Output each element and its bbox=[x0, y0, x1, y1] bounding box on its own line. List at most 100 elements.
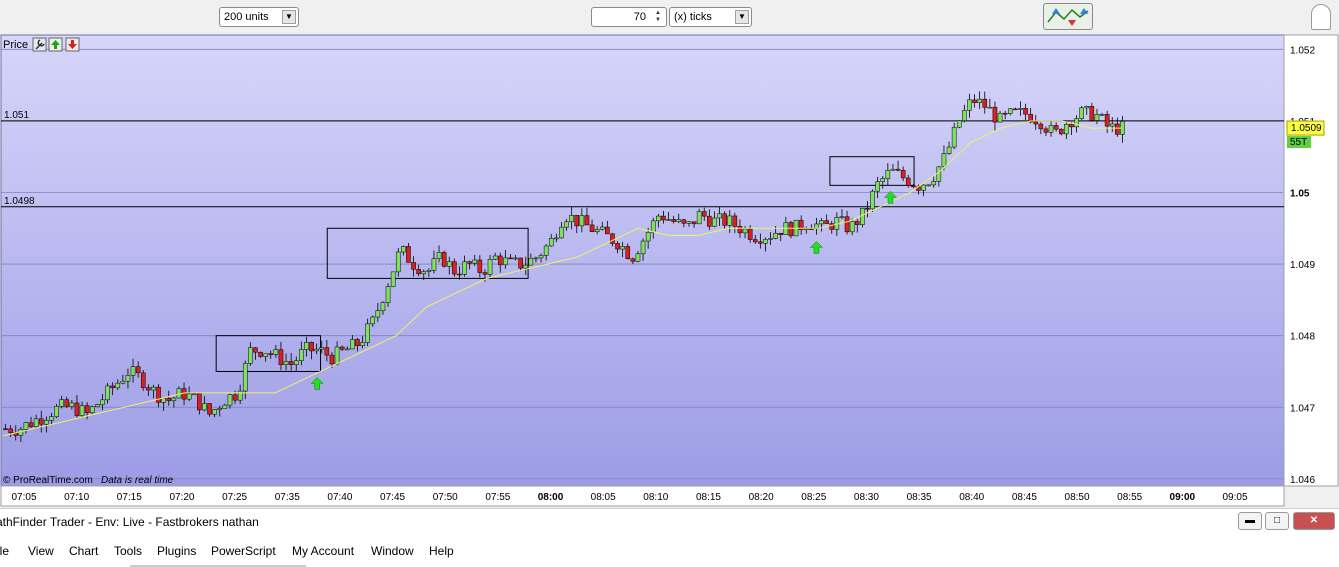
move-down-icon[interactable] bbox=[65, 37, 80, 52]
menu-chart[interactable]: Chart bbox=[69, 544, 98, 558]
candle-body bbox=[202, 403, 207, 411]
candle-body bbox=[324, 347, 330, 356]
wrench-icon[interactable] bbox=[32, 37, 47, 52]
candle-body bbox=[1002, 112, 1008, 115]
candle-body bbox=[268, 353, 274, 356]
price-tick-label: 1.047 bbox=[1290, 403, 1315, 414]
candle-body bbox=[191, 393, 197, 396]
menu-tools[interactable]: Tools bbox=[114, 544, 142, 558]
candle-body bbox=[217, 408, 223, 410]
hline-label-1: 1.051 bbox=[4, 110, 29, 121]
candle-body bbox=[824, 220, 829, 224]
candle-body bbox=[763, 239, 768, 244]
minimize-button[interactable]: ▬ bbox=[1238, 512, 1262, 530]
candle-body bbox=[589, 224, 595, 232]
stepper-arrows-icon[interactable]: ▲ ▼ bbox=[652, 10, 664, 24]
candle-body bbox=[707, 215, 712, 227]
candle-body bbox=[839, 216, 845, 218]
candle-body bbox=[436, 252, 442, 259]
candle-body bbox=[288, 361, 294, 365]
candle-body bbox=[130, 366, 136, 376]
candle-body bbox=[181, 388, 187, 400]
menu-my-account[interactable]: My Account bbox=[292, 544, 354, 558]
candle-body bbox=[686, 221, 692, 224]
candle-body bbox=[283, 361, 289, 365]
candle-body bbox=[742, 228, 748, 234]
scroll-tab[interactable] bbox=[1311, 4, 1331, 30]
price-tick-label: 1.052 bbox=[1290, 45, 1315, 56]
candle-body bbox=[54, 406, 59, 417]
candle-body bbox=[599, 226, 605, 230]
price-tick-label: 1.05 bbox=[1290, 188, 1310, 199]
menu-plugins[interactable]: Plugins bbox=[157, 544, 196, 558]
chevron-down-icon[interactable]: ▼ bbox=[735, 10, 749, 24]
chevron-down-icon[interactable]: ▼ bbox=[282, 10, 296, 24]
candle-body bbox=[696, 211, 702, 225]
candle-body bbox=[870, 190, 875, 210]
candle-body bbox=[885, 170, 891, 179]
ticks-stepper[interactable]: 70 ▲ ▼ bbox=[591, 7, 667, 27]
candle-body bbox=[1074, 118, 1079, 128]
time-tick-label: 08:15 bbox=[696, 492, 721, 503]
time-tick-label: 07:45 bbox=[380, 492, 405, 503]
candle-body bbox=[380, 302, 386, 311]
candle-body bbox=[727, 215, 733, 226]
candle-body bbox=[1064, 123, 1069, 135]
candle-body bbox=[905, 177, 911, 186]
candle-body bbox=[334, 346, 340, 365]
menu-file[interactable]: ile bbox=[0, 544, 9, 558]
candle-body bbox=[151, 386, 156, 391]
candle-body bbox=[8, 428, 13, 434]
ticks-unit-select[interactable]: (x) ticks ▼ bbox=[669, 7, 752, 27]
candle-body bbox=[829, 223, 835, 230]
units-select[interactable]: 200 units ▼ bbox=[219, 7, 299, 27]
time-tick-label: 07:40 bbox=[327, 492, 352, 503]
move-up-icon[interactable] bbox=[48, 37, 63, 52]
candle-body bbox=[89, 406, 95, 413]
candle-body bbox=[997, 112, 1003, 123]
candle-body bbox=[758, 241, 763, 244]
menu-help[interactable]: Help bbox=[429, 544, 454, 558]
candle-body bbox=[482, 272, 488, 275]
candle-body bbox=[350, 339, 355, 350]
candle-body bbox=[69, 402, 75, 407]
menu-powerscript[interactable]: PowerScript bbox=[211, 544, 276, 558]
candle-body bbox=[900, 169, 906, 179]
candle-body bbox=[1058, 128, 1064, 135]
time-tick-label: 07:05 bbox=[11, 492, 36, 503]
indicator-toolbox-button[interactable] bbox=[1043, 3, 1093, 30]
candle-body bbox=[105, 385, 110, 401]
candle-body bbox=[854, 221, 860, 225]
candle-body bbox=[467, 261, 472, 264]
candle-body bbox=[293, 360, 299, 365]
candle-body bbox=[911, 185, 916, 188]
candle-body bbox=[365, 323, 370, 343]
candle-body bbox=[222, 404, 228, 409]
close-button[interactable]: ✕ bbox=[1293, 512, 1335, 530]
menu-window[interactable]: Window bbox=[371, 544, 414, 558]
menu-view[interactable]: View bbox=[28, 544, 54, 558]
candle-body bbox=[64, 399, 70, 407]
candle-body bbox=[768, 238, 773, 240]
maximize-button[interactable]: □ bbox=[1265, 512, 1289, 530]
candle-body bbox=[666, 219, 671, 221]
candle-body bbox=[401, 246, 406, 253]
candle-body bbox=[457, 273, 462, 276]
candle-body bbox=[640, 240, 646, 255]
candle-body bbox=[1038, 123, 1044, 130]
candle-body bbox=[79, 405, 85, 416]
candle-body bbox=[115, 382, 121, 389]
time-tick-label: 08:00 bbox=[538, 492, 564, 503]
candle-body bbox=[59, 399, 64, 407]
time-tick-label: 09:00 bbox=[1170, 492, 1196, 503]
candle-body bbox=[314, 348, 319, 352]
time-tick-label: 08:35 bbox=[907, 492, 932, 503]
candle-body bbox=[1053, 125, 1059, 130]
candle-body bbox=[278, 349, 284, 365]
candle-body bbox=[1115, 123, 1120, 135]
candle-body bbox=[518, 257, 523, 269]
candle-body bbox=[732, 215, 738, 227]
candle-body bbox=[747, 228, 753, 240]
candle-body bbox=[232, 394, 238, 401]
candle-body bbox=[344, 348, 350, 351]
